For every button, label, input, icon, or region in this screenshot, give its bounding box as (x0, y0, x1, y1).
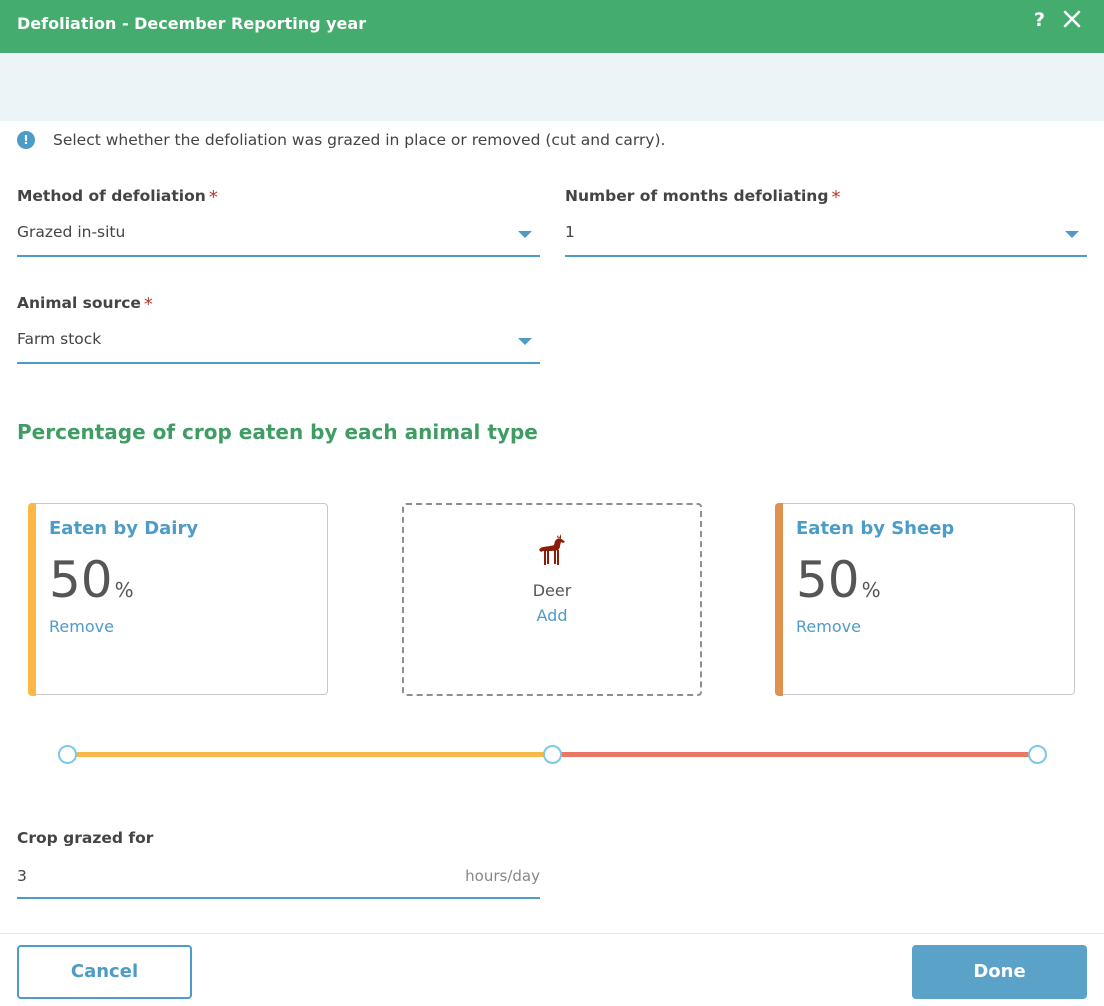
slider-handle[interactable] (1028, 745, 1047, 764)
sheep-percent: 50% (796, 551, 881, 609)
done-button[interactable]: Done (912, 945, 1087, 999)
cancel-button[interactable]: Cancel (17, 945, 192, 999)
sheep-color-bar (775, 503, 783, 696)
crop-grazed-label: Crop grazed for (17, 829, 154, 847)
close-icon[interactable] (1061, 8, 1083, 30)
dialog-header: Defoliation - December Reporting year ? (0, 0, 1104, 53)
dairy-color-bar (28, 503, 36, 696)
hours-per-day-unit: hours/day (465, 867, 540, 885)
deer-label: Deer (532, 581, 572, 600)
animal-source-select[interactable]: Farm stock (17, 326, 540, 364)
section-title: Percentage of crop eaten by each animal … (17, 420, 538, 444)
months-label: Number of months defoliating * (565, 187, 841, 208)
info-icon: ! (17, 131, 35, 149)
sheep-card: Eaten by Sheep 50% Remove (775, 503, 1075, 696)
animal-source-value: Farm stock (17, 330, 102, 348)
required-marker: * (208, 187, 218, 208)
required-marker: * (831, 187, 841, 208)
animal-source-label: Animal source * (17, 294, 153, 315)
method-label: Method of defoliation * (17, 187, 218, 208)
info-text: Select whether the defoliation was graze… (53, 131, 666, 149)
months-select[interactable]: 1 (565, 219, 1087, 257)
slider-segment-sheep (552, 752, 1037, 757)
deer-add-card[interactable]: Deer Add (402, 503, 702, 696)
months-value: 1 (565, 223, 575, 241)
deer-icon (539, 534, 565, 565)
dairy-percent: 50% (49, 551, 134, 609)
help-icon[interactable]: ? (1034, 9, 1045, 31)
dairy-remove-link[interactable]: Remove (49, 617, 114, 636)
footer-divider (0, 933, 1104, 934)
chevron-down-icon (518, 231, 532, 238)
crop-grazed-input[interactable] (17, 864, 417, 888)
sheep-remove-link[interactable]: Remove (796, 617, 861, 636)
slider-segment-dairy (67, 752, 552, 757)
crop-grazed-field: hours/day (17, 862, 540, 899)
slider-handle[interactable] (543, 745, 562, 764)
required-marker: * (143, 294, 153, 315)
method-select[interactable]: Grazed in-situ (17, 219, 540, 257)
dairy-card: Eaten by Dairy 50% Remove (28, 503, 328, 696)
sheep-card-title: Eaten by Sheep (796, 518, 955, 539)
deer-add-link[interactable]: Add (404, 606, 700, 625)
chevron-down-icon (1065, 231, 1079, 238)
dairy-card-title: Eaten by Dairy (49, 518, 199, 539)
method-value: Grazed in-situ (17, 223, 126, 241)
dialog-title: Defoliation - December Reporting year (17, 14, 367, 33)
slider-handle[interactable] (58, 745, 77, 764)
chevron-down-icon (518, 338, 532, 345)
